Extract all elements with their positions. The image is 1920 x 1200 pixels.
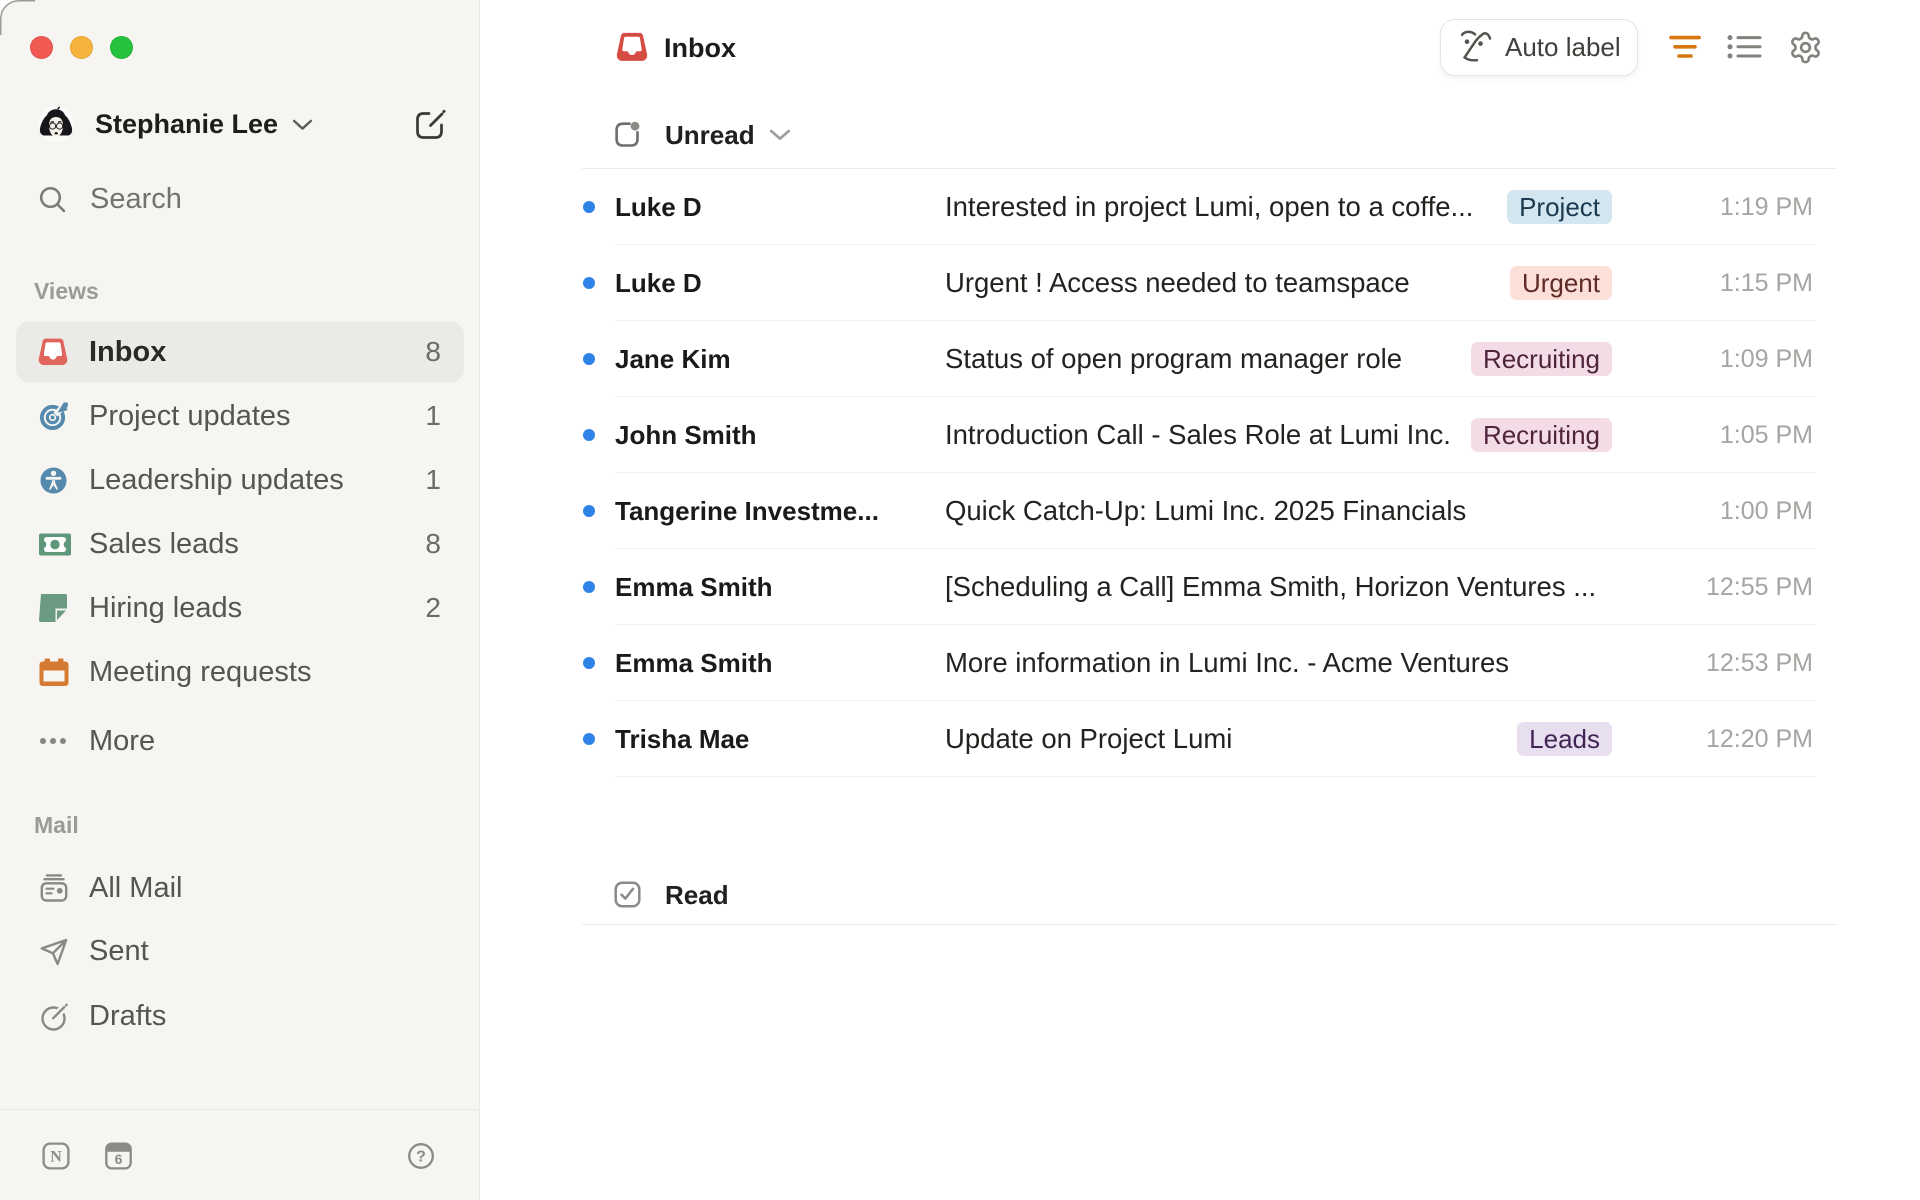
svg-text:6: 6 [115,1151,123,1167]
svg-text:?: ? [416,1149,426,1166]
svg-text:N: N [50,1149,62,1166]
